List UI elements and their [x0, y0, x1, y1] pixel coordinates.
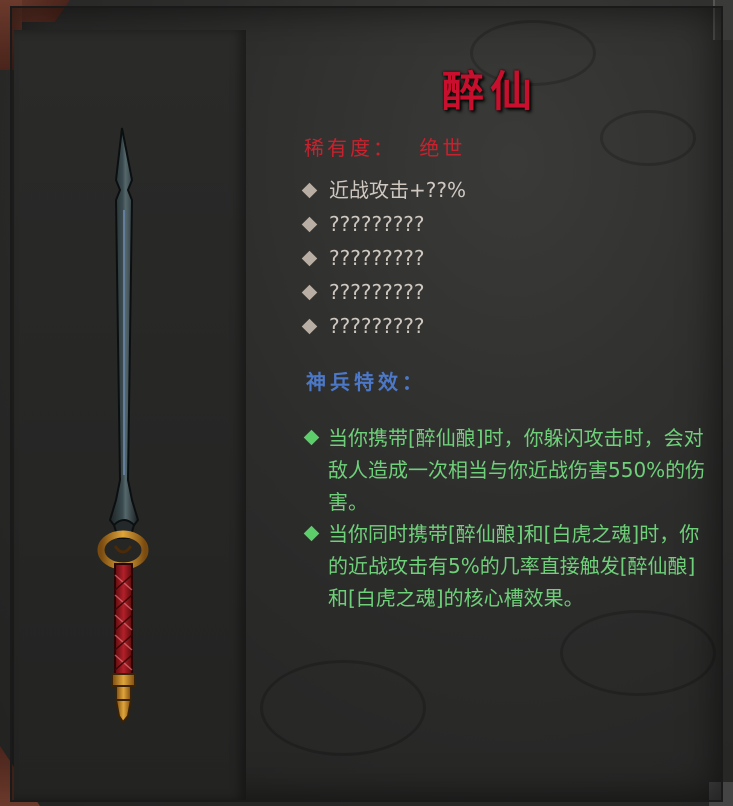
gray-diamond-bullet-icon	[301, 284, 318, 301]
special-effect-item: 当你同时携带[醉仙酿]和[白虎之魂]时，你的近战攻击有5%的几率直接触发[醉仙酿…	[302, 518, 712, 614]
effect-text: 当你同时携带[醉仙酿]和[白虎之魂]时，你的近战攻击有5%的几率直接触发[醉仙酿…	[328, 522, 700, 610]
stat-line: ?????????	[301, 278, 425, 306]
special-effect-item: 当你携带[醉仙酿]时，你躲闪攻击时，会对敌人造成一次相当与你近战伤害550%的伤…	[302, 422, 712, 518]
special-effect-header: 神兵特效：	[306, 370, 426, 394]
stat-line: ?????????	[301, 210, 425, 238]
sword-item-icon	[70, 120, 180, 730]
rarity-value: 绝世	[419, 136, 466, 160]
gray-diamond-bullet-icon	[301, 182, 318, 199]
stat-line: ?????????	[301, 312, 425, 340]
stat-text: 近战攻击+??%	[329, 178, 466, 202]
rarity-line: 稀有度： 绝世	[304, 132, 465, 161]
gray-diamond-bullet-icon	[301, 318, 318, 335]
rarity-label: 稀有度：	[304, 136, 396, 160]
stat-text: ?????????	[329, 314, 425, 338]
cloud-pattern	[260, 660, 426, 756]
stat-line: ?????????	[301, 244, 425, 272]
item-detail-panel: 醉仙 稀有度： 绝世 近战攻击+??% ????????? ????????? …	[0, 0, 733, 806]
stat-text: ?????????	[329, 212, 425, 236]
gray-diamond-bullet-icon	[301, 216, 318, 233]
cloud-pattern	[560, 610, 716, 696]
cloud-pattern	[600, 110, 696, 166]
effect-text: 当你携带[醉仙酿]时，你躲闪攻击时，会对敌人造成一次相当与你近战伤害550%的伤…	[328, 426, 706, 514]
stat-line: 近战攻击+??%	[301, 176, 466, 204]
stat-text: ?????????	[329, 280, 425, 304]
stat-text: ?????????	[329, 246, 425, 270]
gray-diamond-bullet-icon	[301, 250, 318, 267]
item-name-title: 醉仙	[441, 67, 538, 116]
